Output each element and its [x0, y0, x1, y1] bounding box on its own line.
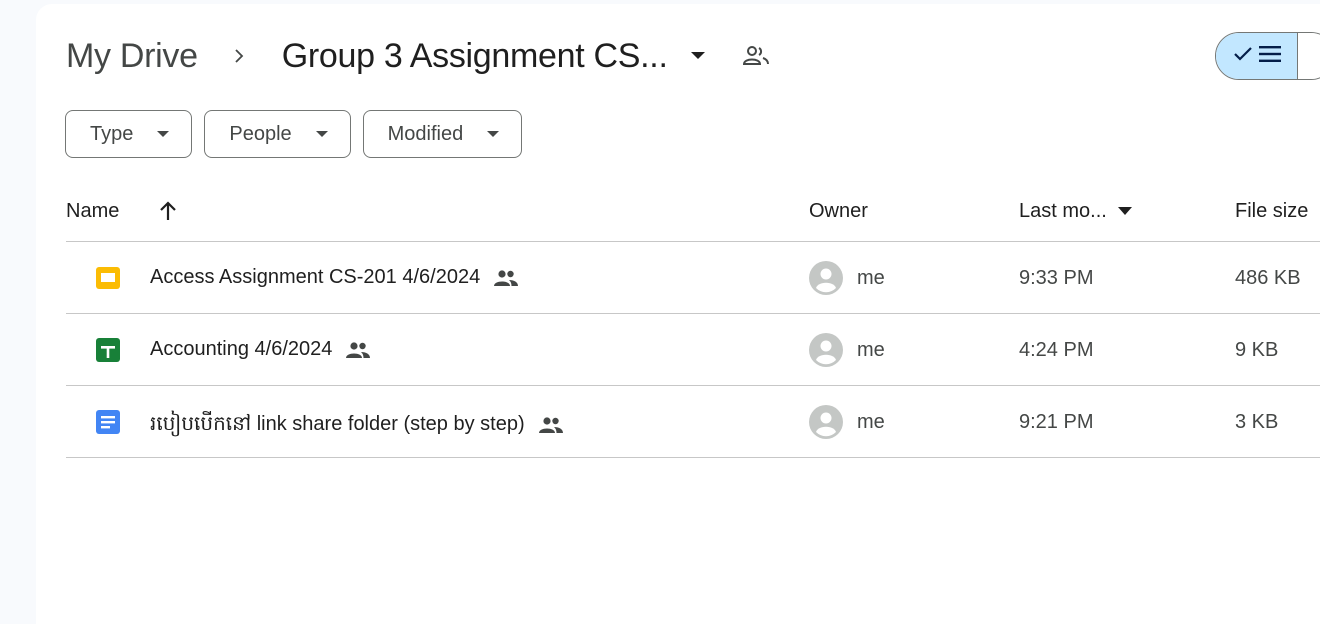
slides-icon	[96, 266, 120, 290]
filter-people-chip[interactable]: People	[204, 110, 351, 158]
owner-name: me	[857, 339, 885, 361]
sheets-icon	[96, 338, 120, 362]
caret-down-icon	[690, 51, 706, 61]
breadcrumb-my-drive[interactable]: My Drive	[66, 37, 198, 76]
table-row[interactable]: Access Assignment CS-201 4/6/2024 me 9:3…	[66, 242, 1320, 314]
breadcrumb: My Drive Group 3 Assignment CS...	[66, 36, 770, 76]
file-list-table: Name Owner Last mo... File size Access A…	[66, 184, 1320, 458]
docs-icon	[96, 410, 120, 434]
chevron-right-icon	[232, 49, 246, 63]
table-row[interactable]: របៀបបើកនៅ link share folder (step by ste…	[66, 386, 1320, 458]
avatar	[809, 405, 843, 439]
list-view-button[interactable]	[1216, 33, 1298, 79]
column-header-file-size[interactable]: File size	[1235, 200, 1308, 223]
table-row[interactable]: Accounting 4/6/2024 me 4:24 PM 9 KB	[66, 314, 1320, 386]
shared-people-icon	[538, 416, 563, 434]
shared-folder-people-icon[interactable]	[742, 45, 770, 67]
last-modified: 9:33 PM	[1019, 267, 1094, 289]
file-name: Access Assignment CS-201 4/6/2024	[150, 266, 519, 289]
caret-down-icon	[487, 130, 500, 138]
file-size: 9 KB	[1235, 339, 1279, 361]
caret-down-icon	[1117, 207, 1133, 216]
caret-down-icon	[315, 130, 328, 138]
current-folder-title: Group 3 Assignment CS...	[281, 36, 668, 75]
file-size: 486 KB	[1235, 267, 1301, 289]
caret-down-icon	[157, 130, 170, 138]
sort-ascending-arrow-icon[interactable]	[158, 200, 178, 222]
list-icon	[1258, 45, 1281, 68]
avatar	[809, 333, 843, 367]
file-size: 3 KB	[1235, 411, 1279, 433]
owner-name: me	[857, 267, 885, 289]
grid-view-button[interactable]	[1298, 33, 1320, 79]
last-modified: 4:24 PM	[1019, 339, 1094, 361]
last-modified: 9:21 PM	[1019, 411, 1094, 433]
file-name: របៀបបើកនៅ link share folder (step by ste…	[150, 410, 563, 440]
check-icon	[1233, 46, 1253, 67]
avatar	[809, 261, 843, 295]
owner-name: me	[857, 411, 885, 433]
column-header-owner[interactable]: Owner	[809, 200, 868, 223]
file-name-text: របៀបបើកនៅ link share folder (step by ste…	[150, 413, 525, 435]
file-name-text: Accounting 4/6/2024	[150, 338, 333, 360]
filter-modified-chip[interactable]: Modified	[362, 110, 523, 158]
shared-people-icon	[346, 341, 371, 359]
file-name: Accounting 4/6/2024	[150, 338, 371, 361]
filter-type-chip[interactable]: Type	[65, 110, 193, 158]
view-toggle	[1215, 32, 1320, 80]
shared-people-icon	[494, 269, 519, 287]
column-header-name[interactable]: Name	[66, 200, 119, 223]
filter-chips: Type People Modified	[65, 110, 523, 158]
column-header-last-modified-label: Last mo...	[1019, 200, 1107, 222]
filter-label: Modified	[387, 122, 464, 145]
table-header: Name Owner Last mo... File size	[66, 184, 1320, 242]
breadcrumb-current-folder[interactable]: Group 3 Assignment CS...	[282, 37, 706, 76]
file-name-text: Access Assignment CS-201 4/6/2024	[150, 266, 481, 288]
filter-label: People	[229, 122, 292, 145]
filter-label: Type	[90, 122, 134, 145]
column-header-last-modified[interactable]: Last mo...	[1019, 200, 1133, 223]
